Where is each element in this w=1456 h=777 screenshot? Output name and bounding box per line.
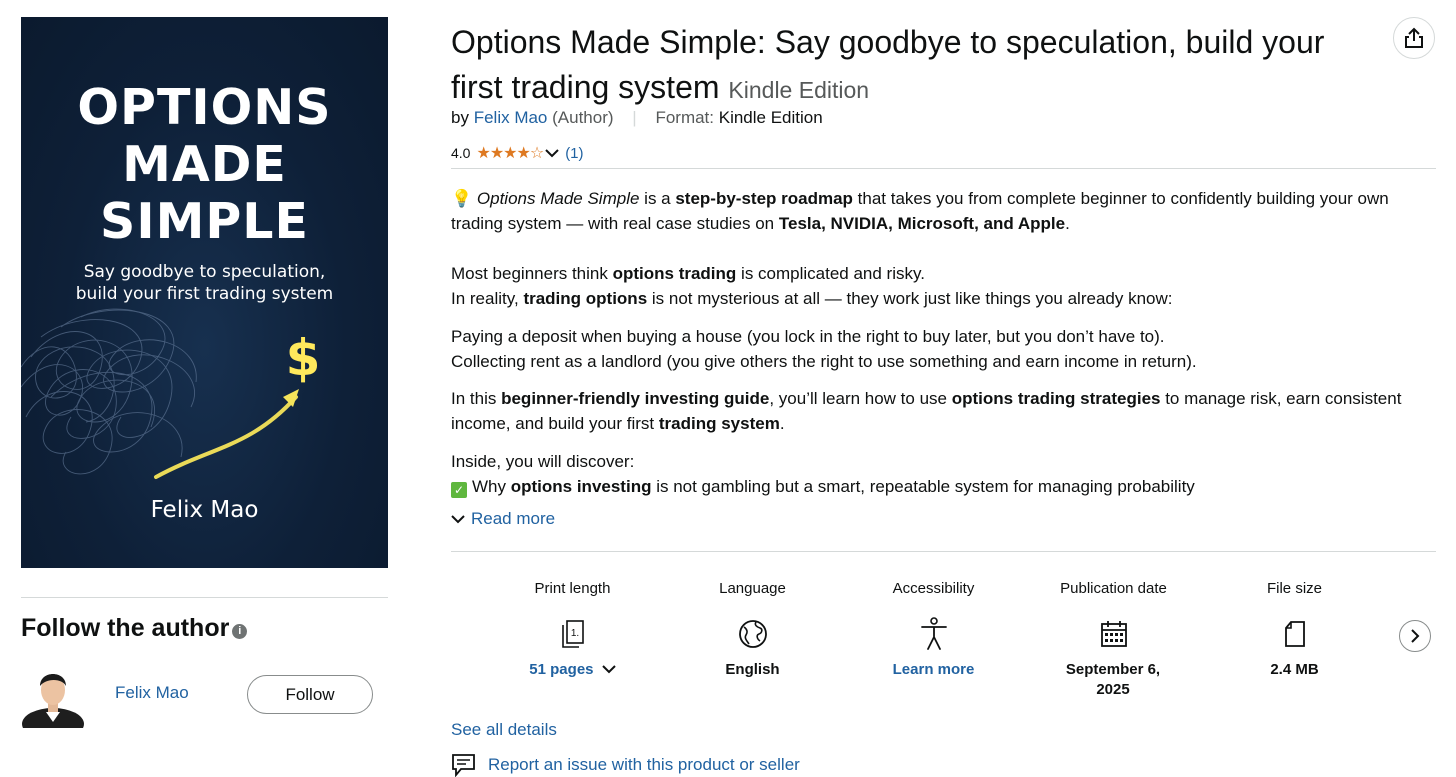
desc-text: step-by-step roadmap [675, 189, 853, 208]
desc-text: Collecting rent as a landlord (you give … [451, 352, 1197, 371]
desc-text: Options Made Simple [476, 189, 640, 208]
description-paragraph: 💡 Options Made Simple is a step-by-step … [451, 186, 1441, 236]
desc-text: is complicated and risky. [736, 264, 925, 283]
share-button[interactable] [1393, 17, 1435, 59]
desc-text: beginner-friendly investing guide [501, 389, 770, 408]
carousel-next-button[interactable] [1399, 620, 1431, 652]
book-pages-icon: 1. [561, 620, 584, 648]
byline-separator: | [632, 108, 637, 127]
desc-text: options investing [510, 477, 652, 496]
desc-text: In reality, [451, 289, 524, 308]
info-icon[interactable]: i [232, 624, 248, 639]
star-rating[interactable]: ★★★★☆ [476, 143, 544, 163]
follow-button[interactable]: Follow [247, 675, 373, 714]
detail-label: Language [719, 580, 786, 597]
desc-text: Paying a deposit when buying a house (yo… [451, 327, 1165, 346]
detail-label: File size [1266, 580, 1322, 597]
chevron-down-icon[interactable] [545, 148, 559, 158]
file-icon [1284, 621, 1305, 647]
detail-accessibility[interactable]: Accessibility Learn more [843, 580, 1024, 680]
byline: by Felix Mao (Author) | Format: Kindle E… [451, 108, 823, 128]
detail-value-print-length[interactable]: 51 pages [482, 660, 663, 680]
desc-text: Most beginners think [451, 264, 613, 283]
desc-text: Tesla, NVIDIA, Microsoft, and Apple [778, 214, 1066, 233]
desc-text: is not gambling but a smart, repeatable … [651, 477, 1195, 496]
cover-scribble-art: $ [21, 308, 321, 479]
desc-text: In this [451, 389, 502, 408]
divider [451, 168, 1436, 169]
description-paragraph: In this beginner-friendly investing guid… [451, 386, 1441, 436]
detail-value: September 6, 2025 [1065, 661, 1161, 698]
check-icon: ✓ [451, 482, 467, 498]
detail-language: Language English [662, 580, 843, 680]
format-label: Format: [655, 108, 714, 127]
desc-text: options trading [612, 264, 737, 283]
detail-file-size: File size 2.4 MB [1204, 580, 1385, 680]
svg-text:1.: 1. [570, 628, 578, 639]
author-link[interactable]: Felix Mao [115, 683, 189, 703]
chevron-right-icon [1411, 629, 1420, 643]
desc-text: . [1065, 214, 1070, 233]
see-all-details-link[interactable]: See all details [451, 720, 557, 740]
format-value: Kindle Edition [718, 108, 823, 127]
detail-print-length[interactable]: Print length 1. 51 pages [482, 580, 663, 680]
report-issue-row[interactable]: Report an issue with this product or sel… [451, 753, 800, 777]
chevron-down-icon [451, 515, 465, 524]
author-role: (Author) [552, 108, 614, 127]
byline-author-link[interactable]: Felix Mao [474, 108, 548, 127]
follow-author-heading: Follow the author i [21, 614, 248, 643]
detail-label: Publication date [1060, 580, 1167, 597]
divider [21, 597, 388, 598]
read-more-link[interactable]: Read more [451, 509, 555, 529]
follow-author-title: Follow the author [21, 614, 230, 642]
author-avatar[interactable] [22, 662, 84, 728]
detail-value: 2.4 MB [1270, 661, 1319, 678]
desc-text: Inside, you will discover: [451, 452, 635, 471]
cover-title: OPTIONS MADE SIMPLE [77, 79, 332, 250]
detail-label: Print length [534, 580, 611, 597]
rating-value: 4.0 [451, 145, 471, 161]
product-title-text: Options Made Simple: Say goodbye to spec… [451, 24, 1325, 105]
description-paragraph: Paying a deposit when buying a house (yo… [451, 324, 1197, 374]
report-issue-link[interactable]: Report an issue with this product or sel… [488, 755, 800, 775]
read-more-label: Read more [471, 509, 556, 528]
divider [451, 551, 1436, 552]
detail-label: Accessibility [892, 580, 975, 597]
desc-text: is a [639, 189, 676, 208]
product-edition: Kindle Edition [728, 77, 870, 103]
desc-text: , you’ll learn how to use [769, 389, 952, 408]
calendar-icon [1100, 621, 1127, 647]
detail-value: 51 pages [529, 661, 594, 678]
chevron-down-icon [601, 665, 616, 674]
rating-row: 4.0 ★★★★☆ (1) [451, 143, 584, 163]
lightbulb-icon: 💡 [451, 189, 473, 208]
ratings-count-link[interactable]: (1) [565, 145, 583, 162]
accessibility-learn-more-link[interactable]: Learn more [843, 660, 1024, 680]
dollar-icon: $ [286, 329, 321, 387]
detail-publication-date: Publication date September 6, 2025 [1023, 580, 1204, 700]
cover-author: Felix Mao [150, 497, 259, 523]
desc-text: trading options [523, 289, 648, 308]
description-paragraph: Most beginners think options trading is … [451, 261, 1173, 311]
desc-text: . [779, 414, 785, 433]
description-paragraph: Inside, you will discover: ✓ Why options … [451, 449, 1195, 499]
report-message-icon [452, 754, 475, 777]
by-text: by [451, 108, 469, 127]
desc-text: options trading strategies [951, 389, 1161, 408]
detail-value: English [725, 661, 780, 678]
share-icon [1405, 27, 1423, 48]
book-cover[interactable]: OPTIONS MADE SIMPLE Say goodbye to specu… [21, 17, 388, 568]
globe-icon [738, 620, 767, 648]
desc-text: is not mysterious at all — they work jus… [647, 289, 1173, 308]
accessibility-icon [920, 617, 947, 650]
desc-text: Why [472, 477, 511, 496]
desc-text: trading system [658, 414, 780, 433]
product-title: Options Made Simple: Say goodbye to spec… [451, 20, 1381, 113]
